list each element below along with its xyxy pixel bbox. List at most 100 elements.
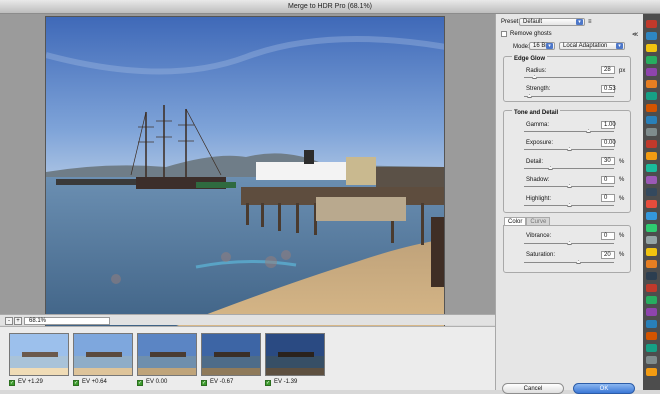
- collapse-icon[interactable]: ≪: [632, 31, 638, 38]
- thumbnail-4-ev: EV -0.67: [210, 379, 234, 385]
- highlight-slider-handle[interactable]: [567, 203, 572, 207]
- chevron-down-icon: ▾: [546, 43, 553, 49]
- dock-app-icon[interactable]: [646, 116, 657, 124]
- saturation-field[interactable]: 20: [601, 251, 615, 259]
- dock-app-icon[interactable]: [646, 272, 657, 280]
- dock-app-icon[interactable]: [646, 164, 657, 172]
- exposure-field[interactable]: 0.00: [601, 139, 616, 147]
- thumbnail-3[interactable]: [137, 333, 197, 376]
- strength-field[interactable]: 0.53: [601, 85, 616, 93]
- cancel-button[interactable]: Cancel: [502, 383, 564, 394]
- preview-image[interactable]: [45, 16, 445, 329]
- dock-app-icon[interactable]: [646, 284, 657, 292]
- edge-glow-title: Edge Glow: [512, 56, 548, 62]
- hdr-settings-panel: Preset: Default ▾ ≡ Remove ghosts ≪ Mode…: [495, 14, 643, 394]
- exposure-slider-handle[interactable]: [567, 147, 572, 151]
- vibrance-slider-handle[interactable]: [567, 241, 572, 245]
- gamma-slider[interactable]: [524, 129, 614, 133]
- dock-app-icon[interactable]: [646, 224, 657, 232]
- dock-app-icon[interactable]: [646, 80, 657, 88]
- thumbnail-2-caption[interactable]: ✓ EV +0.64: [73, 378, 107, 387]
- dock-app-icon[interactable]: [646, 20, 657, 28]
- strength-slider[interactable]: [524, 94, 614, 98]
- dock-app-icon[interactable]: [646, 152, 657, 160]
- dock-app-icon[interactable]: [646, 260, 657, 268]
- dock-app-icon[interactable]: [646, 236, 657, 244]
- dock-app-icon[interactable]: [646, 308, 657, 316]
- ok-button[interactable]: OK: [573, 383, 635, 394]
- strength-slider-handle[interactable]: [527, 94, 532, 98]
- radius-field[interactable]: 28: [601, 66, 615, 74]
- dock-app-icon[interactable]: [646, 56, 657, 64]
- gamma-field[interactable]: 1.00: [601, 121, 616, 129]
- saturation-slider[interactable]: [524, 260, 614, 264]
- dock-app-icon[interactable]: [646, 128, 657, 136]
- thumbnail-5-caption[interactable]: ✓ EV -1.39: [265, 378, 297, 387]
- shadow-field[interactable]: 0: [601, 176, 615, 184]
- thumbnail-5[interactable]: [265, 333, 325, 376]
- vibrance-label: Vibrance:: [526, 233, 552, 239]
- detail-slider-handle[interactable]: [548, 166, 553, 170]
- dock-app-icon[interactable]: [646, 356, 657, 364]
- saturation-slider-handle[interactable]: [576, 260, 581, 264]
- dock-app-icon[interactable]: [646, 176, 657, 184]
- remove-ghosts-row[interactable]: Remove ghosts: [501, 31, 552, 37]
- thumbnail-1[interactable]: [9, 333, 69, 376]
- thumbnail-3-checkbox[interactable]: ✓: [137, 379, 143, 386]
- preset-dropdown[interactable]: Default ▾: [519, 18, 585, 26]
- thumbnail-1-caption[interactable]: ✓ EV +1.29: [9, 378, 43, 387]
- shadow-slider-handle[interactable]: [567, 184, 572, 188]
- dock-app-icon[interactable]: [646, 200, 657, 208]
- dock-app-icon[interactable]: [646, 92, 657, 100]
- thumbnail-4[interactable]: [201, 333, 261, 376]
- dock-app-icon[interactable]: [646, 344, 657, 352]
- source-filmstrip: ✓ EV +1.29 ✓ EV +0.64 ✓ EV 0.00 ✓ EV -0.…: [0, 326, 495, 390]
- dock-app-icon[interactable]: [646, 44, 657, 52]
- dock-app-icon[interactable]: [646, 248, 657, 256]
- detail-field[interactable]: 30: [601, 157, 615, 165]
- exposure-slider[interactable]: [524, 147, 614, 151]
- dock-app-icon[interactable]: [646, 140, 657, 148]
- dock-app-icon[interactable]: [646, 368, 657, 376]
- strength-label: Strength:: [526, 86, 551, 92]
- radius-slider[interactable]: [524, 75, 614, 79]
- thumbnail-image: [74, 334, 132, 375]
- tab-curve[interactable]: Curve: [526, 217, 551, 225]
- thumbnail-image: [10, 334, 68, 375]
- thumbnail-2-checkbox[interactable]: ✓: [73, 379, 79, 386]
- thumbnail-1-checkbox[interactable]: ✓: [9, 379, 15, 386]
- thumbnail-4-checkbox[interactable]: ✓: [201, 379, 207, 386]
- dock-app-icon[interactable]: [646, 212, 657, 220]
- zoom-level-field[interactable]: 68.1%: [24, 317, 110, 325]
- thumbnail-4-caption[interactable]: ✓ EV -0.67: [201, 378, 233, 387]
- method-dropdown[interactable]: Local Adaptation ▾: [559, 42, 625, 50]
- detail-slider[interactable]: [524, 166, 614, 170]
- vibrance-slider[interactable]: [524, 241, 614, 245]
- dock-app-icon[interactable]: [646, 296, 657, 304]
- dock-app-icon[interactable]: [646, 68, 657, 76]
- bit-depth-dropdown[interactable]: 16 Bit ▾: [529, 42, 555, 50]
- highlight-label: Highlight:: [526, 196, 552, 202]
- dock-app-icon[interactable]: [646, 188, 657, 196]
- thumbnail-3-ev: EV 0.00: [146, 379, 168, 385]
- dock-app-icon[interactable]: [646, 320, 657, 328]
- dock-app-icon[interactable]: [646, 104, 657, 112]
- thumbnail-2[interactable]: [73, 333, 133, 376]
- thumbnail-3-caption[interactable]: ✓ EV 0.00: [137, 378, 167, 387]
- tab-color[interactable]: Color: [504, 217, 527, 225]
- remove-ghosts-checkbox[interactable]: [501, 31, 507, 37]
- thumbnail-5-checkbox[interactable]: ✓: [265, 379, 271, 386]
- radius-slider-handle[interactable]: [532, 75, 537, 79]
- preset-menu-icon[interactable]: ≡: [588, 19, 592, 25]
- zoom-out-button[interactable]: -: [5, 317, 13, 325]
- vibrance-field[interactable]: 0: [601, 232, 615, 240]
- shadow-slider[interactable]: [524, 184, 614, 188]
- zoom-in-button[interactable]: +: [14, 317, 22, 325]
- thumbnail-image: [266, 334, 324, 375]
- dock-app-icon[interactable]: [646, 332, 657, 340]
- dock-app-icon[interactable]: [646, 32, 657, 40]
- gamma-slider-handle[interactable]: [586, 129, 591, 133]
- shadow-label: Shadow:: [526, 177, 550, 183]
- highlight-field[interactable]: 0: [601, 194, 615, 202]
- highlight-slider[interactable]: [524, 203, 614, 207]
